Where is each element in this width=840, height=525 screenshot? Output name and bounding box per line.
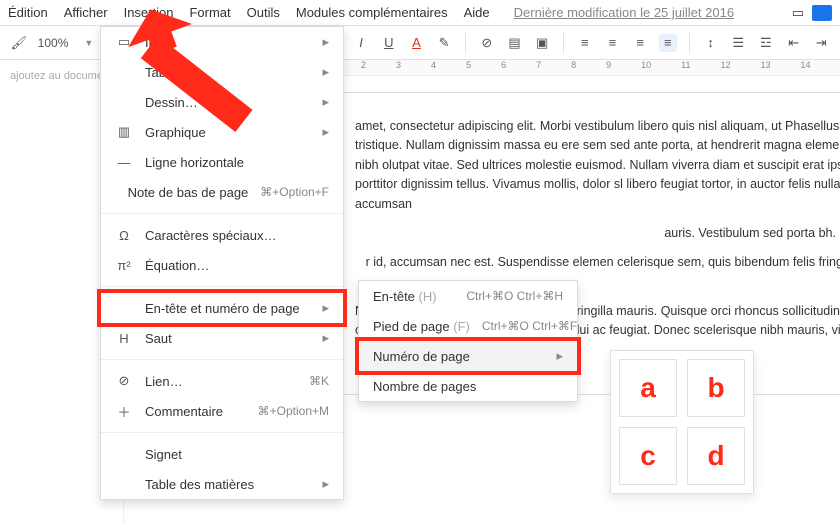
menu-item-break[interactable]: HSaut▸ xyxy=(101,323,343,353)
outline-placeholder: ajoutez au documen xyxy=(10,70,109,82)
line-icon: — xyxy=(115,155,133,170)
last-modified[interactable]: Dernière modification le 25 juillet 2016 xyxy=(514,5,734,20)
menu-edition[interactable]: Édition xyxy=(8,5,48,20)
zoom-level[interactable]: 100% xyxy=(38,36,75,50)
menu-item-image[interactable]: ▭Ima▸ xyxy=(101,27,343,57)
page-number-option-b[interactable]: b xyxy=(687,359,745,417)
menu-item-table[interactable]: Tableau▸ xyxy=(101,57,343,87)
insert-comment-icon[interactable]: ▤ xyxy=(506,34,524,52)
align-justify-icon[interactable]: ≡ xyxy=(659,34,677,52)
image-icon: ▭ xyxy=(115,34,133,50)
menu-item-comment[interactable]: ＋Commentaire⌘+Option+M xyxy=(101,396,343,426)
comments-icon[interactable]: ▭ xyxy=(792,5,804,21)
menu-item-footnote[interactable]: Note de bas de page⌘+Option+F xyxy=(101,177,343,207)
text-color-icon[interactable]: A xyxy=(408,34,426,52)
indent-decrease-icon[interactable]: ⇤ xyxy=(785,34,803,52)
page-number-option-c[interactable]: c xyxy=(619,427,677,485)
align-left-icon[interactable]: ≡ xyxy=(576,34,594,52)
page-number-option-a[interactable]: a xyxy=(619,359,677,417)
submenu-item-header[interactable]: En-tête (H)Ctrl+⌘O Ctrl+⌘H xyxy=(359,281,577,311)
plus-icon: ＋ xyxy=(115,402,133,421)
menu-divider xyxy=(101,286,343,287)
menu-outils[interactable]: Outils xyxy=(247,5,280,20)
bulleted-list-icon[interactable]: ☲ xyxy=(757,34,775,52)
submenu-item-page-number[interactable]: Numéro de page▸ xyxy=(359,341,577,371)
page-number-options: a b c d xyxy=(610,350,754,494)
header-pagenumber-submenu: En-tête (H)Ctrl+⌘O Ctrl+⌘H Pied de page … xyxy=(358,280,578,402)
toolbar-divider xyxy=(689,33,690,53)
menu-item-toc[interactable]: Table des matières▸ xyxy=(101,469,343,499)
menu-divider xyxy=(101,359,343,360)
zoom-dropdown-icon[interactable]: ▼ xyxy=(84,38,93,48)
menu-item-special-chars[interactable]: ΩCaractères spéciaux… xyxy=(101,220,343,250)
submenu-arrow-icon: ▸ xyxy=(322,34,329,50)
insert-image-icon[interactable]: ▣ xyxy=(533,34,551,52)
underline-icon[interactable]: U xyxy=(380,34,398,52)
line-spacing-icon[interactable]: ↕ xyxy=(702,34,720,52)
menu-item-header-page-number[interactable]: En-tête et numéro de page▸ xyxy=(101,293,343,323)
paragraph: auris. Vestibulum sed porta bh. Suspendi… xyxy=(355,224,840,243)
menu-item-drawing[interactable]: Dessin…▸ xyxy=(101,87,343,117)
menu-aide[interactable]: Aide xyxy=(464,5,490,20)
numbered-list-icon[interactable]: ☰ xyxy=(729,34,747,52)
menu-item-equation[interactable]: π²Équation… xyxy=(101,250,343,280)
insertion-menu: ▭Ima▸ Tableau▸ Dessin…▸ ▥Graphique▸ —Lig… xyxy=(100,26,344,500)
insert-link-icon[interactable]: ⊘ xyxy=(478,34,496,52)
omega-icon: Ω xyxy=(115,228,133,243)
submenu-item-page-count[interactable]: Nombre de pages xyxy=(359,371,577,401)
share-button[interactable] xyxy=(812,5,832,21)
menu-insertion[interactable]: Insertion xyxy=(124,5,174,20)
menu-divider xyxy=(101,213,343,214)
menu-item-link[interactable]: ⊘Lien…⌘K xyxy=(101,366,343,396)
chart-icon: ▥ xyxy=(115,124,133,140)
menu-item-chart[interactable]: ▥Graphique▸ xyxy=(101,117,343,147)
highlight-icon[interactable]: ✎ xyxy=(435,34,453,52)
indent-increase-icon[interactable]: ⇥ xyxy=(812,34,830,52)
page-number-option-d[interactable]: d xyxy=(687,427,745,485)
menubar: Édition Afficher Insertion Format Outils… xyxy=(0,0,840,26)
menu-afficher[interactable]: Afficher xyxy=(64,5,108,20)
italic-icon[interactable]: I xyxy=(352,34,370,52)
toolbar-divider xyxy=(563,33,564,53)
submenu-item-footer[interactable]: Pied de page (F)Ctrl+⌘O Ctrl+⌘F xyxy=(359,311,577,341)
toolbar-divider xyxy=(465,33,466,53)
align-right-icon[interactable]: ≡ xyxy=(631,34,649,52)
paint-format-icon[interactable]: 🖌 xyxy=(10,34,28,52)
link-icon: ⊘ xyxy=(115,373,133,389)
align-center-icon[interactable]: ≡ xyxy=(604,34,622,52)
pi-icon: π² xyxy=(115,258,133,273)
menu-addons[interactable]: Modules complémentaires xyxy=(296,5,448,20)
paragraph: amet, consectetur adipiscing elit. Morbi… xyxy=(355,117,840,214)
menu-item-bookmark[interactable]: Signet xyxy=(101,439,343,469)
menu-divider xyxy=(101,432,343,433)
menu-format[interactable]: Format xyxy=(189,5,230,20)
break-icon: H xyxy=(115,331,133,346)
menu-item-horizontal-line[interactable]: —Ligne horizontale xyxy=(101,147,343,177)
